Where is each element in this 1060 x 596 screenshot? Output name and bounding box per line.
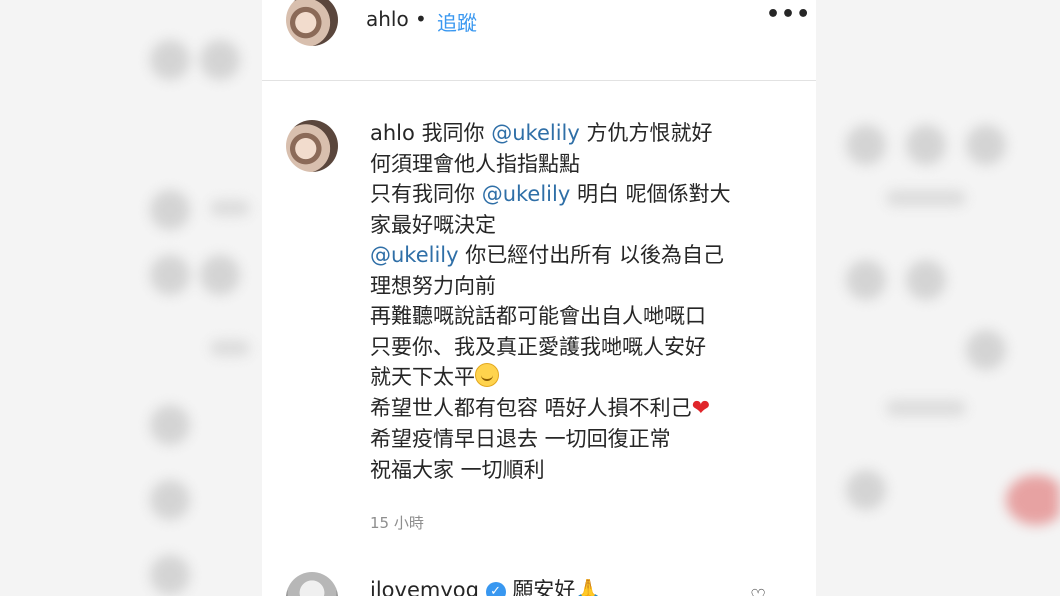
- folded-hands-icon: 🙏: [575, 578, 602, 596]
- blurred-background-right: [816, 0, 1060, 596]
- comment-line: 就天下太平: [370, 362, 790, 393]
- comment-text: 方仇方恨就好: [586, 121, 713, 145]
- comment-username[interactable]: ahlo: [370, 121, 415, 145]
- post-header: ahlo • 追蹤 •••: [262, 0, 816, 81]
- post-panel: ahlo • 追蹤 ••• ahlo 我同你 @ukelily 方仇方恨就好 何…: [262, 0, 816, 596]
- comment-timestamp[interactable]: 15 小時: [370, 512, 424, 533]
- separator-dot: •: [415, 7, 427, 31]
- more-options-icon[interactable]: •••: [766, 2, 811, 27]
- comment-line: 再難聽嘅說話都可能會出自人哋嘅口: [370, 304, 706, 328]
- comment-line: 祝福大家 一切順利: [370, 457, 545, 482]
- avatar[interactable]: [286, 0, 338, 46]
- comment-text: 明白 呢個係對大: [576, 182, 731, 206]
- reply-avatar[interactable]: [286, 572, 338, 596]
- comment-line: 理想努力向前: [370, 273, 496, 298]
- comment-line: 家最好嘅決定: [370, 212, 496, 237]
- comment-text: 只有我同你: [370, 182, 475, 206]
- reply-comment: ilovemyog ✓ 願安好🙏: [370, 574, 601, 596]
- reply-text: 願安好: [512, 578, 576, 596]
- red-heart-icon: ❤: [691, 395, 711, 421]
- comment-avatar[interactable]: [286, 120, 338, 172]
- comment-line: ahlo 我同你 @ukelily 方仇方恨就好: [370, 118, 790, 149]
- comment-line: 希望疫情早日退去 一切回復正常: [370, 427, 671, 451]
- comment-text: 希望世人都有包容 唔好人損不利己: [370, 395, 692, 420]
- mention-link[interactable]: @ukelily: [491, 121, 580, 145]
- reply-username[interactable]: ilovemyog: [370, 578, 479, 596]
- comment-text: 我同你: [421, 121, 485, 145]
- author-username[interactable]: ahlo: [366, 7, 409, 31]
- comment-line: @ukelily 你已經付出所有 以後為自己: [370, 240, 790, 271]
- comment-line: 只有我同你 @ukelily 明白 呢個係對大: [370, 179, 790, 210]
- comment-text: 你已經付出所有 以後為自己: [465, 243, 724, 267]
- follow-button[interactable]: 追蹤: [437, 7, 477, 36]
- comment-line: 只要你、我及真正愛護我哋嘅人安好: [370, 334, 706, 359]
- smiling-face-icon: [475, 363, 499, 387]
- like-heart-icon[interactable]: ♡: [750, 586, 766, 596]
- comment-line: 希望世人都有包容 唔好人損不利己❤: [370, 393, 790, 425]
- comment-line: 何須理會他人指指點點: [370, 151, 580, 176]
- comment-text: 就天下太平: [370, 365, 475, 389]
- mention-link[interactable]: @ukelily: [482, 182, 571, 206]
- verified-badge-icon: ✓: [485, 582, 506, 596]
- caption-comment: ahlo 我同你 @ukelily 方仇方恨就好 何須理會他人指指點點 只有我同…: [370, 118, 790, 485]
- mention-link[interactable]: @ukelily: [370, 243, 459, 267]
- blurred-background-left: [0, 0, 262, 596]
